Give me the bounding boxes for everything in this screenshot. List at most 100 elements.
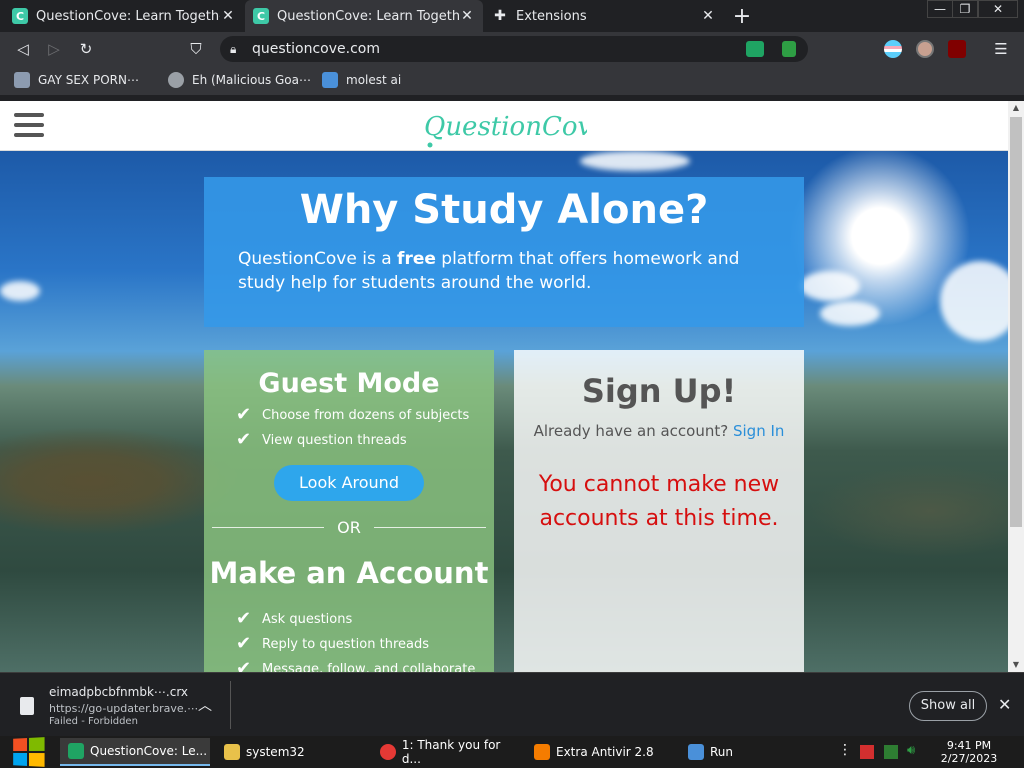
clock-date: 2/27/2023 <box>940 752 998 765</box>
feature-item: ✔ Choose from dozens of subjects <box>236 404 470 425</box>
new-tab-button[interactable]: + <box>730 4 754 29</box>
intro-box: Why Study Alone? QuestionCove is a free … <box>204 177 804 327</box>
bookmarks-bar: GAY SEX PORN⋯ Eh (Malicious Goa⋯ molest … <box>0 66 1024 96</box>
run-icon <box>688 744 704 760</box>
tab-label: QuestionCove: Learn Together <box>277 8 459 24</box>
sign-in-link[interactable]: Sign In <box>733 422 784 440</box>
forward-button[interactable]: ▷ <box>43 38 65 60</box>
antivirus-icon <box>534 744 550 760</box>
feature-item: ✔ Reply to question threads <box>236 633 430 654</box>
close-icon[interactable]: ✕ <box>998 695 1011 714</box>
divider <box>374 527 486 528</box>
scroll-down-icon[interactable]: ▼ <box>1008 658 1024 672</box>
sign-up-panel: Sign Up! Already have an account? Sign I… <box>514 350 804 672</box>
tab-label: Extensions <box>516 8 587 24</box>
bookmark-label: molest ai <box>346 73 402 87</box>
more-icon[interactable]: ⋮ <box>838 742 852 758</box>
extension-green-icon[interactable] <box>746 41 764 57</box>
chat-icon <box>68 743 84 759</box>
tab-questioncove-2[interactable]: C QuestionCove: Learn Together ✕ <box>245 0 483 32</box>
volume-icon[interactable]: 🔊︎ <box>907 743 921 758</box>
feature-item: ✔ View question threads <box>236 429 407 450</box>
stack-icon <box>14 72 30 88</box>
file-icon <box>20 697 34 715</box>
tab-extensions[interactable]: ✚ Extensions ✕ <box>484 0 724 32</box>
make-account-title: Make an Account <box>209 556 489 590</box>
lock-icon: 🔒︎ <box>230 41 237 56</box>
taskbar-item-questioncove[interactable]: QuestionCove: Le... <box>60 738 210 766</box>
menu-icon[interactable]: ☰ <box>990 38 1012 60</box>
checkmark-icon: ✔ <box>236 633 252 654</box>
hamburger-menu-icon[interactable] <box>14 113 46 137</box>
start-button[interactable] <box>0 736 56 768</box>
bookmark-label: GAY SEX PORN⋯ <box>38 73 139 87</box>
close-tab-icon[interactable]: ✕ <box>220 8 236 24</box>
show-all-button[interactable]: Show all <box>909 691 987 721</box>
clock[interactable]: 9:41 PM 2/27/2023 <box>935 739 1003 765</box>
download-url: https://go-updater.brave.⋯ <box>49 702 199 715</box>
site-header: QuestionCove <box>0 101 1008 151</box>
close-tab-icon[interactable]: ✕ <box>459 8 475 24</box>
puzzle-icon: ✚ <box>494 8 506 24</box>
restore-button[interactable]: ❐ <box>952 0 978 18</box>
questioncove-favicon-icon: C <box>253 8 269 24</box>
divider <box>212 527 324 528</box>
bookmark-favicon-icon <box>322 72 338 88</box>
close-tab-icon[interactable]: ✕ <box>700 8 716 24</box>
ublock-icon[interactable] <box>948 40 966 58</box>
clock-time: 9:41 PM <box>946 739 992 752</box>
download-filename[interactable]: eimadpbcbfnmbk⋯.crx <box>49 685 188 699</box>
signup-disabled-message: You cannot make new accounts at this tim… <box>538 472 780 531</box>
bookmark-item[interactable]: GAY SEX PORN⋯ <box>14 72 139 88</box>
questioncove-favicon-icon: C <box>12 8 28 24</box>
tab-label: QuestionCove: Learn Together <box>36 8 220 24</box>
hero-section: Why Study Alone? QuestionCove is a free … <box>0 151 1008 672</box>
sign-up-title: Sign Up! <box>581 372 737 410</box>
taskbar-item-system32[interactable]: system32 <box>216 738 366 766</box>
back-button[interactable]: ◁ <box>12 38 34 60</box>
bookmark-icon[interactable]: ⛉ <box>185 38 207 60</box>
page-scrollbar[interactable]: ▲ ▼ <box>1008 101 1024 672</box>
taskbar-item-yandex[interactable]: 1: Thank you for d... <box>372 738 522 766</box>
or-label: OR <box>337 518 361 537</box>
scroll-up-icon[interactable]: ▲ <box>1008 101 1024 115</box>
checkmark-icon: ✔ <box>236 608 252 629</box>
bookmark-label: Eh (Malicious Goa⋯ <box>192 73 311 87</box>
checkmark-icon: ✔ <box>236 429 252 450</box>
divider <box>230 681 231 729</box>
feature-item: ✔ Ask questions <box>236 608 353 629</box>
download-status: Failed - Forbidden <box>49 716 138 727</box>
windows-logo-icon <box>13 737 45 767</box>
flag-icon[interactable] <box>860 745 874 759</box>
taskbar-item-run[interactable]: Run <box>680 738 780 766</box>
checkmark-icon: ✔ <box>236 404 252 425</box>
minimize-button[interactable]: — <box>927 0 953 18</box>
page-viewport: QuestionCove Why Study Alone? QuestionCo… <box>0 101 1008 672</box>
profile-flag-icon[interactable] <box>884 40 902 58</box>
address-bar[interactable]: 🔒︎ questioncove.com <box>220 36 808 62</box>
reload-button[interactable]: ↻ <box>75 38 97 60</box>
download-shelf: eimadpbcbfnmbk⋯.crx https://go-updater.b… <box>0 672 1024 736</box>
shield-extension-icon[interactable] <box>782 41 796 57</box>
folder-icon <box>224 744 240 760</box>
taskbar: QuestionCove: Le... system32 1: Thank yo… <box>0 736 1024 768</box>
bookmark-item[interactable]: Eh (Malicious Goa⋯ <box>168 72 311 88</box>
url-text[interactable]: questioncove.com <box>252 41 746 57</box>
questioncove-logo[interactable]: QuestionCove <box>422 105 587 149</box>
hero-title: Why Study Alone? <box>299 187 709 233</box>
look-around-button[interactable]: Look Around <box>274 465 424 501</box>
scrollbar-thumb[interactable] <box>1010 117 1022 527</box>
avatar[interactable] <box>916 40 934 58</box>
network-icon[interactable] <box>884 745 898 759</box>
bookmark-item[interactable]: molest ai <box>322 72 401 88</box>
chevron-up-icon[interactable]: ︿ <box>198 695 212 715</box>
taskbar-item-antivir[interactable]: Extra Antivir 2.8 <box>526 738 676 766</box>
close-window-button[interactable]: ✕ <box>978 0 1018 18</box>
tab-strip: C QuestionCove: Learn Together ✕ C Quest… <box>0 0 1024 32</box>
globe-icon <box>168 72 184 88</box>
guest-mode-panel: Guest Mode ✔ Choose from dozens of subje… <box>204 350 494 672</box>
hero-description: QuestionCove is a free platform that off… <box>238 249 740 293</box>
browser-toolbar: ◁ ▷ ↻ ⛉ 🔒︎ questioncove.com ☰ <box>0 32 1024 66</box>
feature-item: ✔ Message, follow, and collaborate <box>236 660 475 673</box>
tab-questioncove-1[interactable]: C QuestionCove: Learn Together ✕ <box>4 0 244 32</box>
